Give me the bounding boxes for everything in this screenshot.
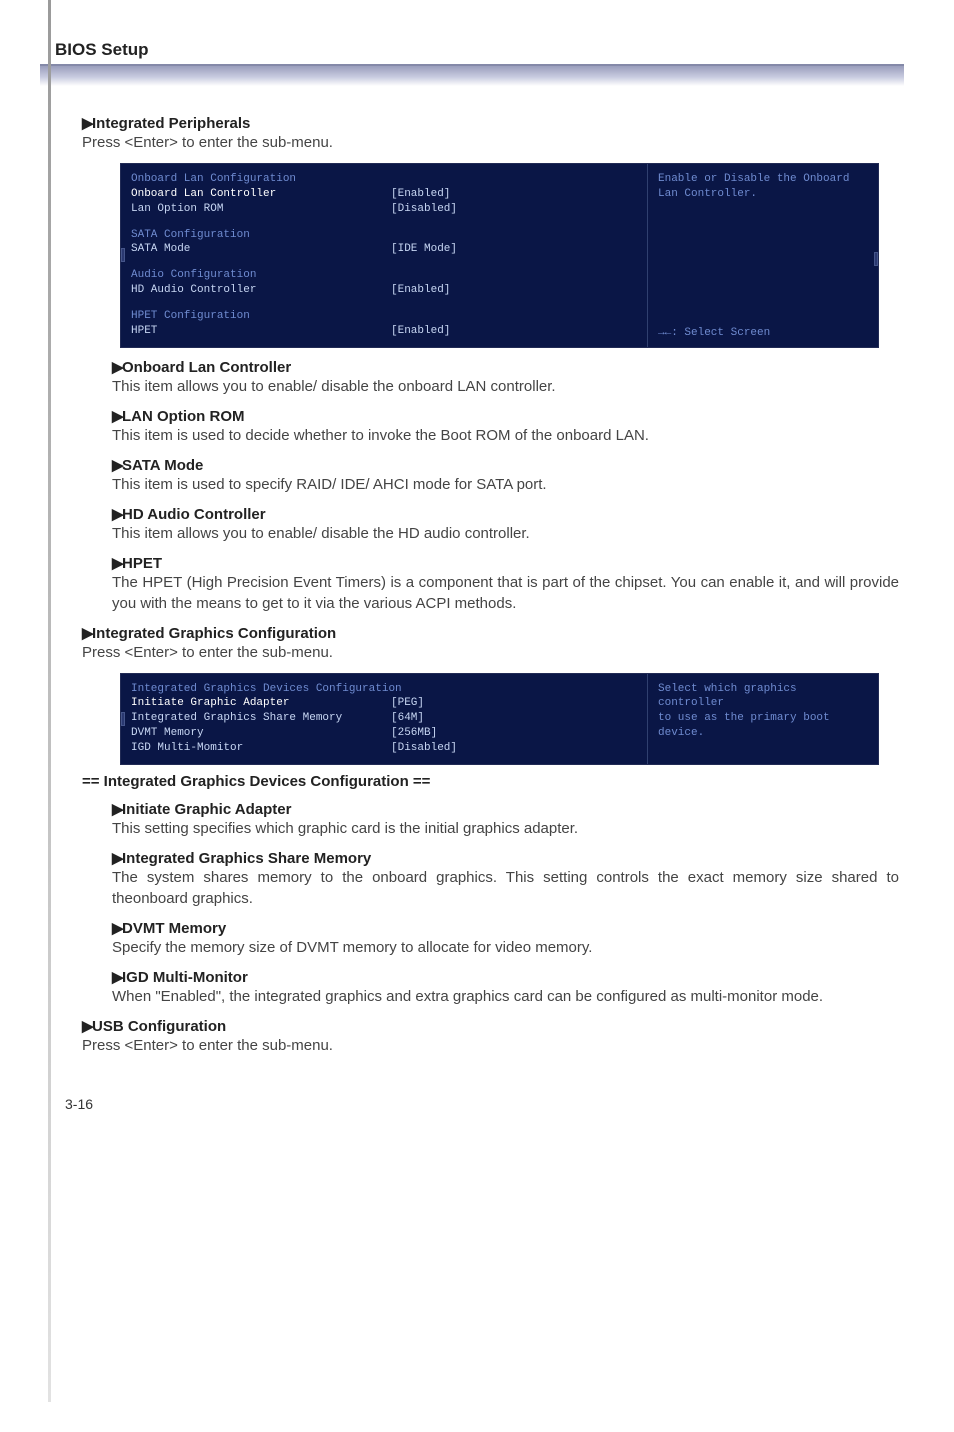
arrow-right-icon: ▶ (112, 505, 122, 523)
usb-configuration-heading: ▶USB Configuration (82, 1017, 899, 1035)
bios2-igd-multi-monitor-value: [Disabled] (391, 741, 457, 756)
arrow-right-icon: ▶ (112, 407, 122, 425)
integrated-graphics-config-desc: Press <Enter> to enter the sub-menu. (82, 642, 899, 663)
arrow-right-icon: ▶ (112, 800, 122, 818)
lan-option-rom-desc: This item is used to decide whether to i… (112, 425, 899, 446)
usb-configuration-desc: Press <Enter> to enter the sub-menu. (82, 1035, 899, 1056)
integrated-graphics-share-memory-heading: ▶Integrated Graphics Share Memory (112, 849, 899, 867)
onboard-lan-controller-desc: This item allows you to enable/ disable … (112, 376, 899, 397)
bios2-initiate-graphic-adapter-value: [PEG] (391, 696, 424, 711)
hpet-desc: The HPET (High Precision Event Timers) i… (112, 572, 899, 614)
bios2-help-line1: Select which graphics controller (658, 682, 868, 712)
usb-configuration-label: USB Configuration (92, 1018, 226, 1035)
integrated-graphics-share-memory-desc: The system shares memory to the onboard … (112, 867, 899, 909)
page-header-title: BIOS Setup (55, 40, 899, 60)
bios1-lan-option-rom-value: [Disabled] (391, 202, 457, 217)
arrow-right-icon: ▶ (82, 1017, 92, 1035)
hd-audio-controller-label: HD Audio Controller (122, 506, 266, 523)
bios-side-handle-icon (121, 712, 125, 726)
bios1-cat4: HPET Configuration (131, 309, 250, 324)
bios2-cat1: Integrated Graphics Devices Configuratio… (131, 682, 402, 697)
arrow-right-icon: ▶ (112, 358, 122, 376)
sata-mode-desc: This item is used to specify RAID/ IDE/ … (112, 474, 899, 495)
bios2-dvmt-memory-value: [256MB] (391, 726, 437, 741)
bios1-onboard-lan-controller: Onboard Lan Controller (131, 187, 391, 202)
arrow-right-icon: ▶ (112, 554, 122, 572)
arrow-right-icon: ▶ (112, 919, 122, 937)
bios1-sata-mode-value: [IDE Mode] (391, 242, 457, 257)
integrated-peripherals-label: Integrated Peripherals (92, 115, 250, 132)
arrow-right-icon: ▶ (82, 624, 92, 642)
bios2-igd-multi-monitor: IGD Multi-Momitor (131, 741, 391, 756)
bios1-hpet-value: [Enabled] (391, 324, 450, 339)
dvmt-memory-label: DVMT Memory (122, 920, 226, 937)
igdc-section-title: == Integrated Graphics Devices Configura… (82, 773, 899, 790)
bios1-lan-option-rom: Lan Option ROM (131, 202, 391, 217)
bios1-hd-audio-controller: HD Audio Controller (131, 283, 391, 298)
dvmt-memory-desc: Specify the memory size of DVMT memory t… (112, 937, 899, 958)
bios-screenshot-peripherals: Onboard Lan Configuration Onboard Lan Co… (120, 163, 879, 348)
bios2-help-line3: device. (658, 726, 868, 741)
igd-multi-monitor-desc: When "Enabled", the integrated graphics … (112, 986, 899, 1007)
initiate-graphic-adapter-label: Initiate Graphic Adapter (122, 801, 291, 818)
integrated-graphics-config-label: Integrated Graphics Configuration (92, 625, 336, 642)
hpet-label: HPET (122, 555, 162, 572)
integrated-peripherals-desc: Press <Enter> to enter the sub-menu. (82, 132, 899, 153)
bios1-onboard-lan-controller-value: [Enabled] (391, 187, 450, 202)
bios2-help-line2: to use as the primary boot (658, 711, 868, 726)
hd-audio-controller-heading: ▶HD Audio Controller (112, 505, 899, 523)
arrow-right-icon: ▶ (112, 849, 122, 867)
onboard-lan-controller-heading: ▶Onboard Lan Controller (112, 358, 899, 376)
dvmt-memory-heading: ▶DVMT Memory (112, 919, 899, 937)
bios1-help-line2: Lan Controller. (658, 187, 868, 202)
arrow-right-icon: ▶ (112, 968, 122, 986)
hd-audio-controller-desc: This item allows you to enable/ disable … (112, 523, 899, 544)
igd-multi-monitor-heading: ▶IGD Multi-Monitor (112, 968, 899, 986)
page-side-border (48, 0, 51, 1402)
lan-option-rom-label: LAN Option ROM (122, 408, 244, 425)
page-number: 3-16 (65, 1096, 899, 1112)
bios1-help-line1: Enable or Disable the Onboard (658, 172, 868, 187)
integrated-peripherals-heading: ▶Integrated Peripherals (82, 114, 899, 132)
hpet-heading: ▶HPET (112, 554, 899, 572)
bios-side-handle-icon (121, 248, 125, 262)
bios2-integrated-graphics-share-memory-value: [64M] (391, 711, 424, 726)
bios1-cat2: SATA Configuration (131, 228, 250, 243)
igd-multi-monitor-label: IGD Multi-Monitor (122, 969, 248, 986)
bios1-hpet: HPET (131, 324, 391, 339)
bios1-sata-mode: SATA Mode (131, 242, 391, 257)
bios2-initiate-graphic-adapter: Initiate Graphic Adapter (131, 696, 391, 711)
arrow-right-icon: ▶ (112, 456, 122, 474)
lan-option-rom-heading: ▶LAN Option ROM (112, 407, 899, 425)
bios2-integrated-graphics-share-memory: Integrated Graphics Share Memory (131, 711, 391, 726)
bios-screenshot-graphics: Integrated Graphics Devices Configuratio… (120, 673, 879, 765)
bios1-hd-audio-controller-value: [Enabled] (391, 283, 450, 298)
initiate-graphic-adapter-heading: ▶Initiate Graphic Adapter (112, 800, 899, 818)
bios1-cat1: Onboard Lan Configuration (131, 172, 296, 187)
bios-side-handle-icon (874, 252, 878, 266)
integrated-graphics-config-heading: ▶Integrated Graphics Configuration (82, 624, 899, 642)
sata-mode-label: SATA Mode (122, 457, 203, 474)
bios1-cat3: Audio Configuration (131, 268, 256, 283)
bios1-nav-hint: →←: Select Screen (658, 326, 770, 341)
sata-mode-heading: ▶SATA Mode (112, 456, 899, 474)
initiate-graphic-adapter-desc: This setting specifies which graphic car… (112, 818, 899, 839)
integrated-graphics-share-memory-label: Integrated Graphics Share Memory (122, 850, 371, 867)
onboard-lan-controller-label: Onboard Lan Controller (122, 359, 291, 376)
arrow-right-icon: ▶ (82, 114, 92, 132)
header-underline (40, 64, 904, 86)
bios2-dvmt-memory: DVMT Memory (131, 726, 391, 741)
